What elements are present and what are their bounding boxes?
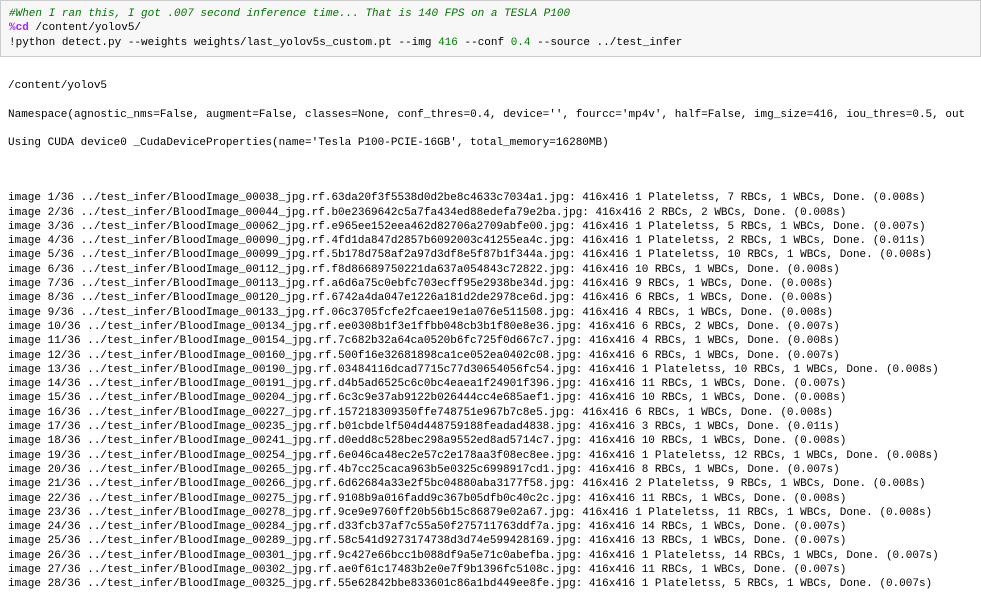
inference-line: image 13/36 ../test_infer/BloodImage_001… (8, 363, 981, 377)
inference-line: image 20/36 ../test_infer/BloodImage_002… (8, 463, 981, 477)
cuda-line: Using CUDA device0 _CudaDeviceProperties… (8, 136, 981, 150)
inference-line: image 15/36 ../test_infer/BloodImage_002… (8, 391, 981, 405)
inference-line: image 25/36 ../test_infer/BloodImage_002… (8, 534, 981, 548)
inference-line: image 28/36 ../test_infer/BloodImage_003… (8, 577, 981, 591)
inference-line: image 22/36 ../test_infer/BloodImage_002… (8, 492, 981, 506)
shell-cmd-pre: python detect.py --weights weights/last_… (16, 37, 438, 49)
magic-cd: %cd (9, 22, 29, 34)
namespace-line: Namespace(agnostic_nms=False, augment=Fa… (8, 108, 981, 122)
inference-line: image 16/36 ../test_infer/BloodImage_002… (8, 406, 981, 420)
inference-line: image 6/36 ../test_infer/BloodImage_0011… (8, 263, 981, 277)
inference-line: image 4/36 ../test_infer/BloodImage_0009… (8, 234, 981, 248)
inference-line: image 10/36 ../test_infer/BloodImage_001… (8, 320, 981, 334)
cell-output: /content/yolov5 Namespace(agnostic_nms=F… (0, 65, 981, 606)
inference-line: image 1/36 ../test_infer/BloodImage_0003… (8, 191, 981, 205)
inference-line: image 5/36 ../test_infer/BloodImage_0009… (8, 248, 981, 262)
shell-cmd-mid: --conf (458, 37, 511, 49)
inference-line: image 17/36 ../test_infer/BloodImage_002… (8, 420, 981, 434)
magic-cd-arg: /content/yolov5/ (29, 22, 141, 34)
inference-line: image 19/36 ../test_infer/BloodImage_002… (8, 449, 981, 463)
inference-line: image 9/36 ../test_infer/BloodImage_0013… (8, 306, 981, 320)
inference-line: image 18/36 ../test_infer/BloodImage_002… (8, 434, 981, 448)
code-cell-input[interactable]: #When I ran this, I got .007 second infe… (0, 0, 981, 57)
inference-line: image 24/36 ../test_infer/BloodImage_002… (8, 520, 981, 534)
shell-cmd-post: --source ../test_infer (531, 37, 683, 49)
inference-line: image 12/36 ../test_infer/BloodImage_001… (8, 349, 981, 363)
inference-lines: image 1/36 ../test_infer/BloodImage_0003… (8, 191, 981, 591)
inference-line: image 23/36 ../test_infer/BloodImage_002… (8, 506, 981, 520)
conf-val: 0.4 (511, 37, 531, 49)
shell-bang: ! (9, 37, 16, 49)
inference-line: image 26/36 ../test_infer/BloodImage_003… (8, 549, 981, 563)
blank-line (8, 165, 981, 177)
inference-line: image 14/36 ../test_infer/BloodImage_001… (8, 377, 981, 391)
inference-line: image 27/36 ../test_infer/BloodImage_003… (8, 563, 981, 577)
inference-line: image 8/36 ../test_infer/BloodImage_0012… (8, 291, 981, 305)
code-comment: #When I ran this, I got .007 second infe… (9, 8, 570, 20)
inference-line: image 11/36 ../test_infer/BloodImage_001… (8, 334, 981, 348)
inference-line: image 3/36 ../test_infer/BloodImage_0006… (8, 220, 981, 234)
img-size-val: 416 (438, 37, 458, 49)
inference-line: image 21/36 ../test_infer/BloodImage_002… (8, 477, 981, 491)
inference-line: image 7/36 ../test_infer/BloodImage_0011… (8, 277, 981, 291)
cwd-line: /content/yolov5 (8, 79, 981, 93)
inference-line: image 2/36 ../test_infer/BloodImage_0004… (8, 206, 981, 220)
